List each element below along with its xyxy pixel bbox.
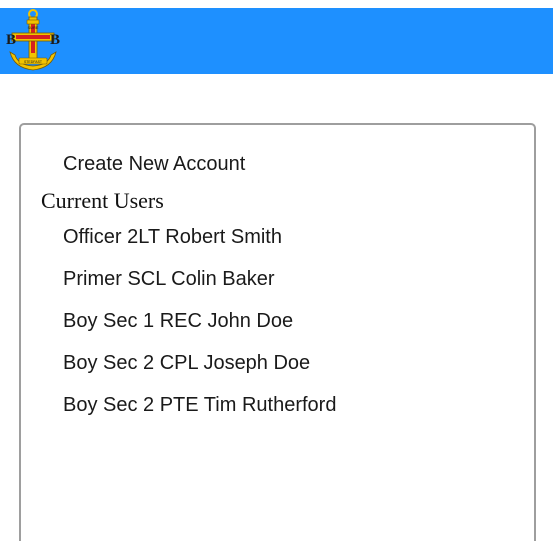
top-gap: [0, 0, 553, 8]
logo-ribbon-text: STEDFAST: [24, 60, 43, 64]
current-users-heading: Current Users: [41, 188, 164, 213]
user-list-item[interactable]: Officer 2LT Robert Smith: [63, 223, 336, 265]
header-bar: [0, 8, 553, 74]
logo-letter-right: B: [50, 32, 60, 48]
create-new-account-link[interactable]: Create New Account: [63, 153, 245, 176]
boys-brigade-anchor-logo-icon[interactable]: B B SURE STEDFAST: [0, 8, 66, 74]
user-list-item[interactable]: Primer SCL Colin Baker: [63, 265, 336, 307]
user-list-item[interactable]: Boy Sec 2 PTE Tim Rutherford: [63, 391, 336, 433]
user-list: Officer 2LT Robert Smith Primer SCL Coli…: [63, 223, 336, 433]
logo-letter-left: B: [6, 32, 16, 48]
user-list-item[interactable]: Boy Sec 1 REC John Doe: [63, 307, 336, 349]
users-panel: Create New Account Current Users Officer…: [19, 123, 536, 541]
user-list-item[interactable]: Boy Sec 2 CPL Joseph Doe: [63, 349, 336, 391]
logo-motto: SURE: [27, 25, 38, 30]
